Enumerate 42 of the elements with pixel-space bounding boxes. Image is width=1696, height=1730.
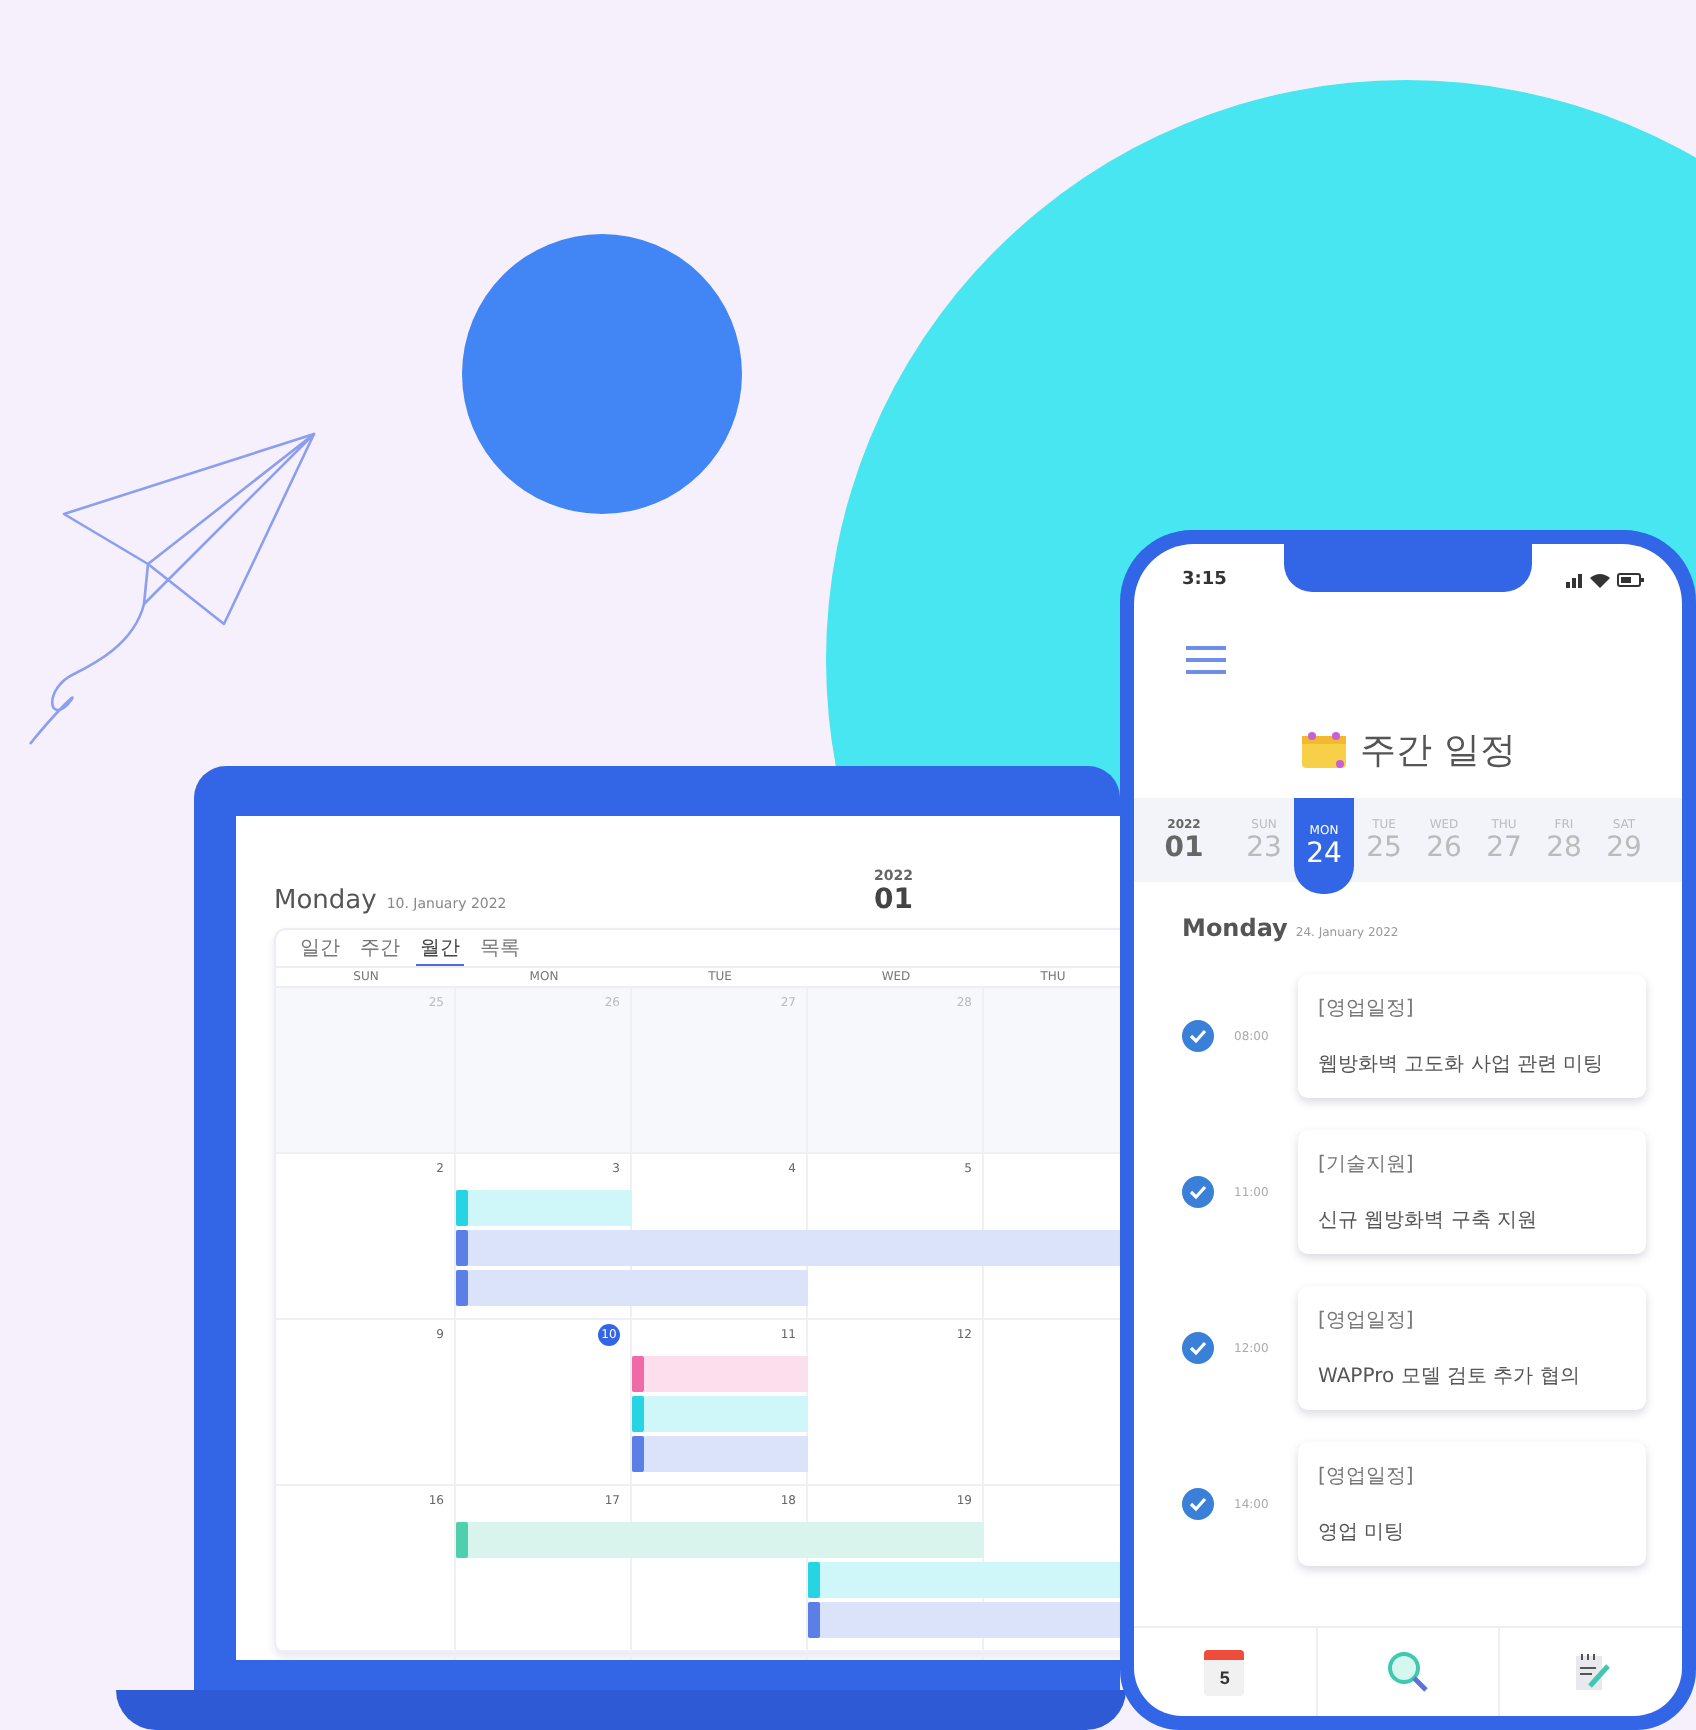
screen-title: 주간 일정 <box>1360 728 1516 774</box>
menu-icon <box>1186 646 1226 674</box>
calendar-icon: 5 <box>1204 1649 1245 1695</box>
status-time: 3:15 <box>1182 570 1227 590</box>
calendar-tab[interactable]: 5 <box>1134 1628 1318 1716</box>
check-icon[interactable] <box>1182 1488 1214 1520</box>
schedule-title: 영업 미팅 <box>1318 1520 1407 1546</box>
view-tab[interactable]: 주간 <box>356 934 404 966</box>
schedule-card[interactable]: [영업일정] WAPPro 모델 검토 추가 협의 <box>1298 1286 1646 1410</box>
search-icon <box>1386 1650 1430 1694</box>
day-title: Monday <box>274 886 377 916</box>
month-label: 01 <box>874 884 913 916</box>
schedule-category: [영업일정] <box>1318 996 1416 1022</box>
memo-pencil-icon <box>1571 1650 1612 1694</box>
view-tab[interactable]: 일간 <box>296 934 344 966</box>
event-bar[interactable] <box>632 1356 808 1392</box>
status-icons <box>1566 572 1646 588</box>
schedule-category: [영업일정] <box>1318 1464 1416 1490</box>
menu-button[interactable] <box>1186 646 1226 674</box>
event-bar[interactable] <box>808 1562 1120 1598</box>
schedule-card[interactable]: [영업일정] 웹방화벽 고도화 사업 관련 미팅 <box>1298 974 1646 1098</box>
event-bar[interactable] <box>456 1522 984 1558</box>
month-label: 01 <box>1164 831 1204 863</box>
check-icon[interactable] <box>1182 1332 1214 1364</box>
schedule-category: [영업일정] <box>1318 1308 1416 1334</box>
check-icon[interactable] <box>1182 1176 1214 1208</box>
calendar-icon <box>1300 730 1349 770</box>
event-bar[interactable] <box>808 1602 1120 1638</box>
schedule-card[interactable]: [기술지원] 신규 웹방화벽 구축 지원 <box>1298 1130 1646 1254</box>
schedule-title: 신규 웹방화벽 구축 지원 <box>1318 1208 1540 1234</box>
schedule-title: 웹방화벽 고도화 사업 관련 미팅 <box>1318 1052 1606 1078</box>
event-bar[interactable] <box>632 1436 808 1472</box>
event-bar[interactable] <box>456 1190 632 1226</box>
schedule-category: [기술지원] <box>1318 1152 1416 1178</box>
schedule-title: WAPPro 모델 검토 추가 협의 <box>1318 1364 1582 1390</box>
schedule-card[interactable]: [영업일정] 영업 미팅 <box>1298 1442 1646 1566</box>
view-tab[interactable]: 월간 <box>416 934 464 966</box>
view-tab[interactable]: 목록 <box>476 934 524 966</box>
day-title: Monday <box>1182 914 1288 942</box>
check-icon[interactable] <box>1182 1020 1214 1052</box>
event-bar[interactable] <box>456 1270 808 1306</box>
event-bar[interactable] <box>632 1396 808 1432</box>
